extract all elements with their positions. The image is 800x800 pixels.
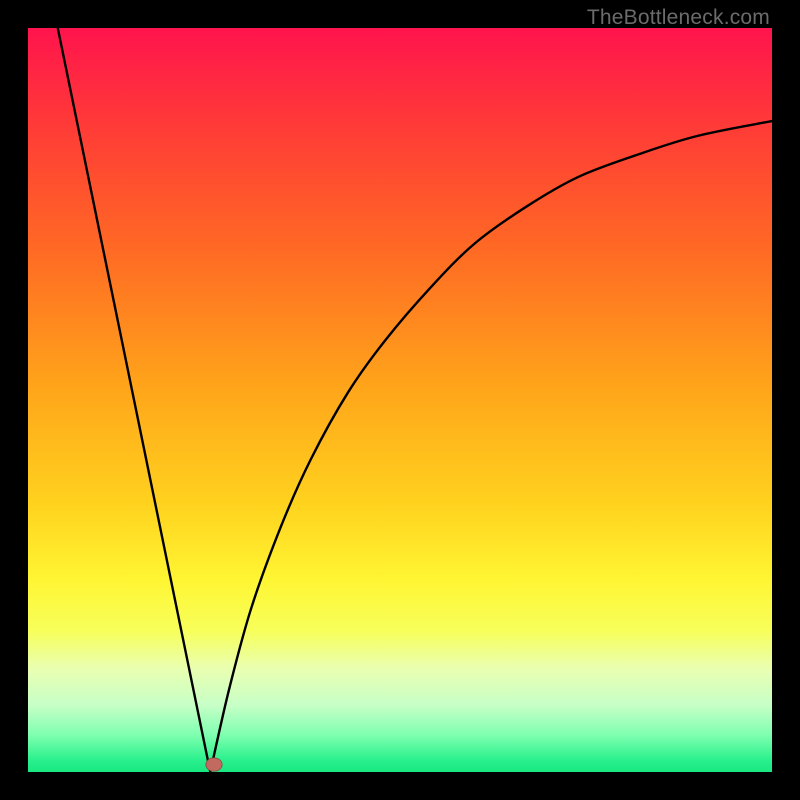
plot-area xyxy=(28,28,772,772)
minimum-marker xyxy=(206,758,222,771)
chart-frame: TheBottleneck.com xyxy=(0,0,800,800)
chart-svg xyxy=(28,28,772,772)
gradient-background xyxy=(28,28,772,772)
watermark-text: TheBottleneck.com xyxy=(587,6,770,30)
